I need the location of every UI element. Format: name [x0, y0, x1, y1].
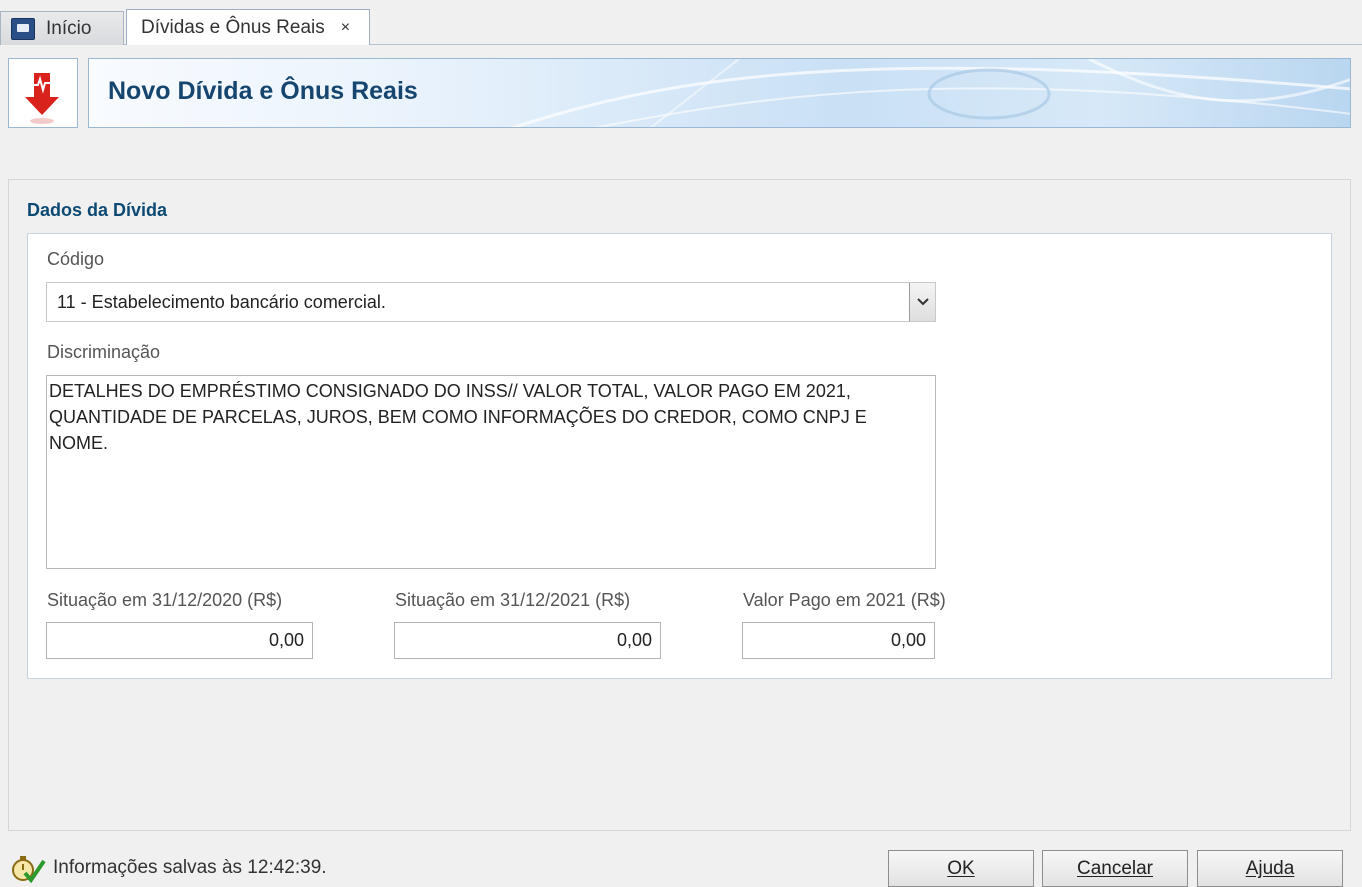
- valor-pago-input[interactable]: 0,00: [742, 622, 935, 659]
- saved-stopwatch-check-icon: [12, 856, 46, 883]
- situacao-2020-input[interactable]: 0,00: [46, 622, 313, 659]
- discriminacao-label: Discriminação: [47, 342, 161, 362]
- ok-button[interactable]: OK: [888, 850, 1034, 887]
- help-button[interactable]: Ajuda: [1197, 850, 1343, 887]
- red-down-arrow-icon: [25, 73, 59, 124]
- chevron-down-icon[interactable]: [909, 283, 935, 321]
- status-text: Informações salvas às 12:42:39.: [53, 857, 327, 878]
- close-icon[interactable]: ×: [341, 19, 350, 37]
- tab-inicio-label: Início: [46, 17, 92, 39]
- tab-dividas-onus-reais[interactable]: Dívidas e Ônus Reais ×: [126, 9, 370, 45]
- section-title: Dados da Dívida: [27, 200, 168, 220]
- codigo-selected-value: 11 - Estabelecimento bancário comercial.: [57, 292, 386, 312]
- cancel-button[interactable]: Cancelar: [1042, 850, 1188, 887]
- situacao-2021-label: Situação em 31/12/2021 (R$): [395, 590, 631, 610]
- home-app-icon: [11, 17, 35, 40]
- codigo-select[interactable]: 11 - Estabelecimento bancário comercial.: [46, 282, 936, 322]
- situacao-2021-input[interactable]: 0,00: [394, 622, 661, 659]
- header-banner: Novo Dívida e Ônus Reais: [88, 58, 1351, 128]
- tab-dividas-label: Dívidas e Ônus Reais: [141, 16, 325, 38]
- header-icon-box: [8, 58, 78, 128]
- situacao-2020-label: Situação em 31/12/2020 (R$): [47, 590, 283, 610]
- codigo-label: Código: [47, 249, 105, 269]
- discriminacao-textarea[interactable]: DETALHES DO EMPRÉSTIMO CONSIGNADO DO INS…: [46, 375, 936, 569]
- page-title: Novo Dívida e Ônus Reais: [108, 77, 418, 105]
- tab-bar: Início Dívidas e Ônus Reais ×: [0, 0, 1362, 46]
- valor-pago-label: Valor Pago em 2021 (R$): [743, 590, 946, 610]
- tab-inicio[interactable]: Início: [0, 11, 124, 45]
